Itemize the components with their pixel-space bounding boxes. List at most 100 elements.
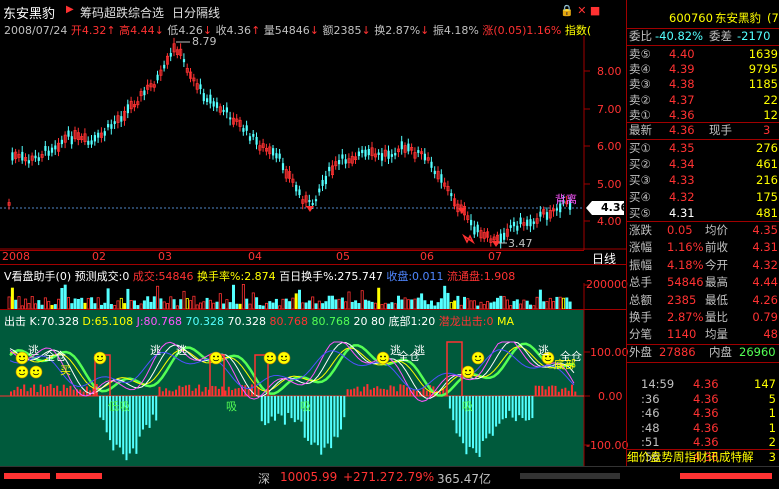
bottom-tabs[interactable]: 细价盘势周指财讯成特解 [627,449,779,466]
candle-body [120,116,123,122]
candle-body [440,174,443,183]
suck-label: 吸 [300,400,311,413]
indicator-bar [422,388,425,396]
stat-value: 0.79 [752,310,778,324]
indicator-name-strike[interactable]: 出击 [4,315,26,328]
volume-bar [156,285,160,309]
indicator-bar [363,386,366,396]
low-price-label: 3.47 [508,237,533,250]
volume-bar [340,297,344,309]
candle-body [215,102,219,108]
indicator-bar [221,386,224,396]
volume-bar [218,293,222,309]
period-label[interactable]: 日分隔线 [172,4,220,21]
indicator-bar [485,396,488,439]
volume-bar [565,297,569,309]
candle-body [512,221,516,227]
indicator-bar [39,384,42,396]
indicator-chart[interactable]: 逃逃逃逃逃逃全仓 全仓 全仓买低吸吸吸吸底部 [0,310,626,466]
stat-row: 总额 2385 最低 4.26 [627,292,779,309]
candle-body [430,161,433,168]
date-tick: 07 [488,250,502,263]
candle-body [555,208,558,211]
candle-body [519,217,522,225]
buy-level-row: 买② 4.34 461 [627,156,779,173]
indicator-bar [13,390,16,396]
volume-bar [132,300,136,309]
volume-bar [255,297,259,309]
volume-bar [192,295,196,309]
volume-bar [469,300,473,309]
date-tick: 03 [158,250,172,263]
volume-bar [324,301,328,309]
volume-indicator-name[interactable]: V看盘助手(0) [4,270,71,283]
indicator-bar [237,387,240,396]
indicator-bar [557,391,560,396]
indicator-bar [204,387,207,396]
volume-bar [453,300,457,309]
price-tick-8: 8.00 [597,65,622,78]
high-price-label: 8.79 [192,35,217,48]
chart-header: 东安黑豹 ▶ 筹码超跌综合选 日分隔线 🔒 ✕ ■ [0,0,626,24]
escape-label: 逃 [176,344,187,357]
indicator-name[interactable]: 筹码超跌综合选 [80,4,164,21]
volume-bar [142,300,146,309]
volume-bar [568,301,572,309]
stat-label: 分笔 [629,327,652,342]
market-change: +271.27 [343,470,396,484]
candle-body [202,93,205,102]
indicator-bar [69,385,72,396]
price-tick-7: 7.00 [597,103,622,116]
indicator-tick-100: 100.00 [590,346,629,359]
indicator-bar [227,386,230,396]
volume-bar [400,299,404,309]
market-pct: 2.79% [396,470,435,484]
play-icon[interactable]: ▶ [66,4,74,15]
indicator-bar [349,389,352,396]
indicator-bar [43,386,45,396]
indicator-bar [19,388,22,396]
smiley-icon [376,351,390,365]
candle-body [209,94,212,104]
candle-body [50,147,54,153]
stock-name[interactable]: 东安黑豹 [3,3,56,22]
candle-body [97,132,100,138]
indicator-bar [247,389,250,396]
indicator-bar [478,396,481,457]
volume-bar [466,298,470,309]
volume-bar [241,284,245,309]
indicator-bar [264,396,267,426]
volume-bars [7,283,590,309]
indicator-bar [316,396,319,446]
stat-value: 4.44 [752,275,778,290]
volume-bar [146,296,150,309]
indicator-bar [277,396,280,414]
market-amount: 365.47亿 [437,472,491,486]
date-axis: 2008 02 03 04 05 06 07 日线 [0,250,626,266]
volume-bar [558,296,562,309]
indicator-bar [382,388,385,396]
indicator-bar [145,396,148,425]
volume-bar [291,297,295,309]
volume-bar [416,297,420,309]
stat-value: 4.26 [752,292,778,307]
indicator-bar [531,396,534,419]
volume-bar [288,301,292,309]
candle-body [252,133,255,137]
stat-label: 前收 [705,240,728,255]
volume-bar [17,296,21,309]
candle-body [222,109,225,112]
candlestick-chart[interactable] [0,36,626,250]
indicator-bar [198,384,201,396]
window-controls-icon[interactable]: 🔒 ✕ ■ [560,4,600,17]
candle-body [275,153,278,159]
candle-body [21,151,24,161]
indicator-bar [386,389,389,396]
volume-bar [185,298,189,309]
indicator-bar [323,396,326,448]
candle-body [44,145,47,151]
indicator-bar [161,391,164,396]
volume-bar [377,287,381,309]
volume-bar [423,300,427,309]
candle-body [229,117,232,120]
